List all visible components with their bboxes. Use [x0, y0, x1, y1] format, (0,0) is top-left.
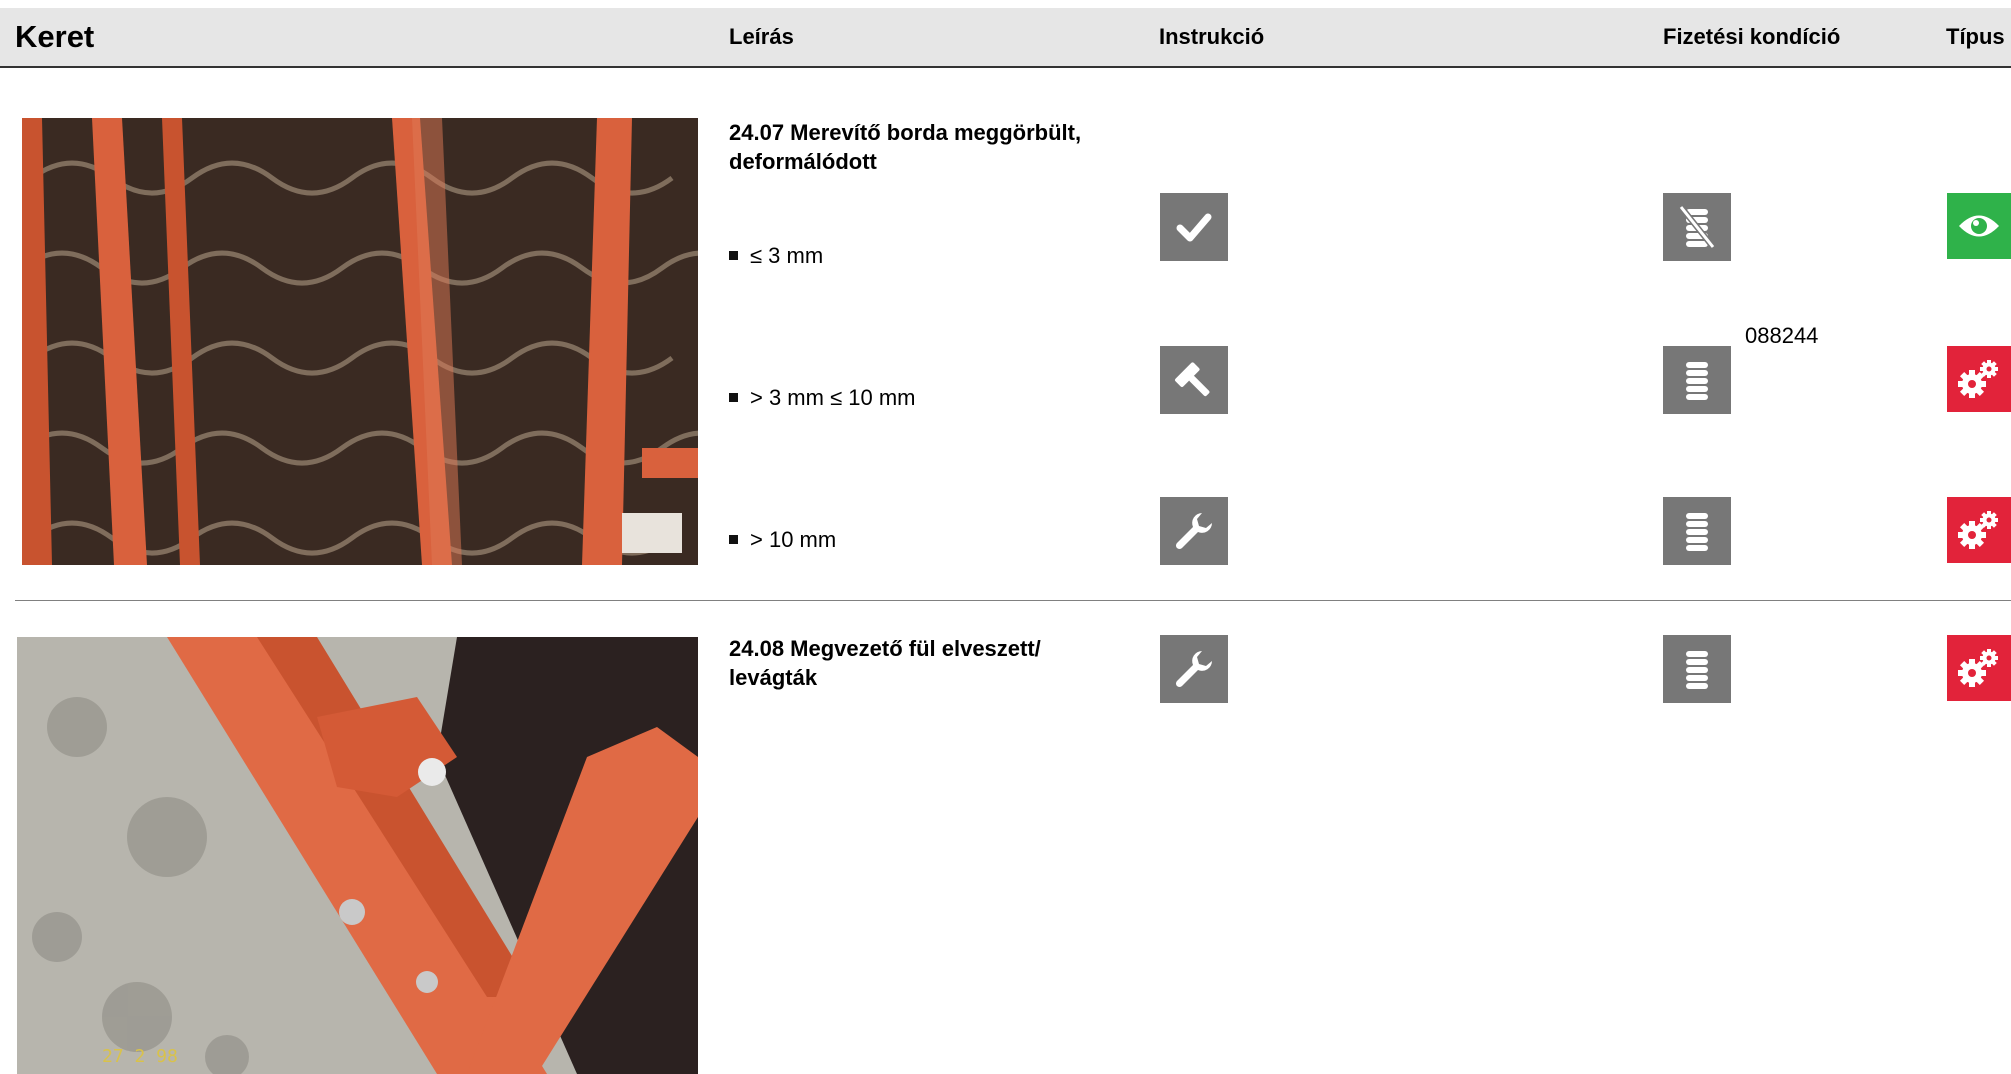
item-row-label: > 10 mm	[729, 527, 836, 553]
coins-icon	[1663, 497, 1731, 565]
coins-crossed-icon	[1663, 193, 1731, 261]
coins-icon	[1663, 635, 1731, 703]
gears-icon	[1947, 635, 2011, 701]
row-separator	[15, 600, 2011, 601]
gears-icon	[1947, 346, 2011, 412]
item-photo-bent-rib	[22, 118, 698, 565]
page-title: Keret	[15, 19, 95, 54]
wrench-icon	[1160, 497, 1228, 565]
photo-date-stamp: 27 2 98	[102, 1046, 178, 1067]
item-title-24-07: 24.07 Merevítő borda meggörbült, deformá…	[729, 120, 1082, 174]
hammer-icon	[1160, 346, 1228, 414]
column-header-description: Leírás	[729, 24, 794, 49]
table-header: Keret Leírás Instrukció Fizetési kondíci…	[0, 8, 2011, 68]
gears-icon	[1947, 497, 2011, 563]
item-row-label: > 3 mm ≤ 10 mm	[729, 385, 916, 411]
payment-code: 088244	[1745, 323, 1819, 348]
bullet-square-icon	[729, 392, 738, 402]
item-title-24-08: 24.08 Megvezető fül elveszett/ levágták	[729, 636, 1041, 690]
bullet-square-icon	[729, 534, 738, 544]
coins-icon	[1663, 346, 1731, 414]
bullet-square-icon	[729, 250, 738, 260]
column-header-payment: Fizetési kondíció	[1663, 24, 1841, 49]
wrench-icon	[1160, 635, 1228, 703]
column-header-type: Típus	[1946, 24, 2005, 49]
eye-icon	[1947, 193, 2011, 259]
item-photo-missing-lug: 27 2 98	[17, 637, 698, 1074]
check-icon	[1160, 193, 1228, 261]
column-header-instruction: Instrukció	[1159, 24, 1265, 49]
item-row-label: ≤ 3 mm	[729, 243, 823, 269]
